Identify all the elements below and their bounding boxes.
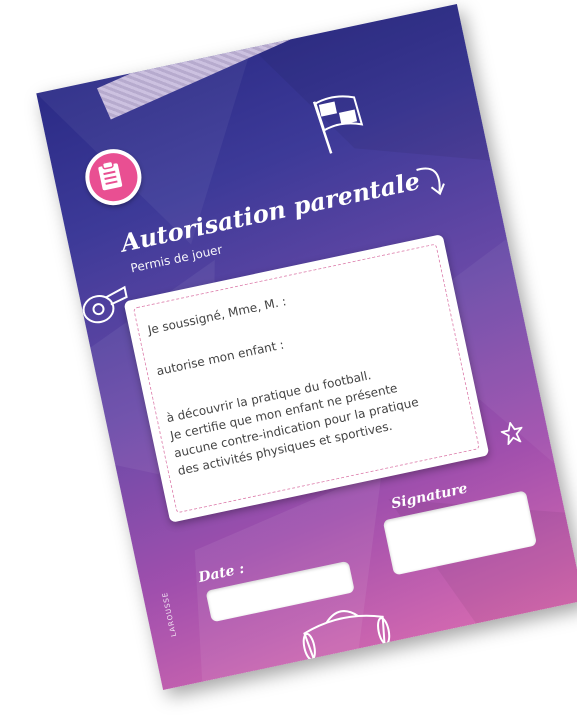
parental-authorization-card: Autorisation parentale Permis de jouer J… — [36, 3, 577, 691]
star-icon — [499, 420, 524, 446]
checkered-flag-icon — [312, 95, 364, 154]
clipboard-icon — [98, 160, 123, 191]
